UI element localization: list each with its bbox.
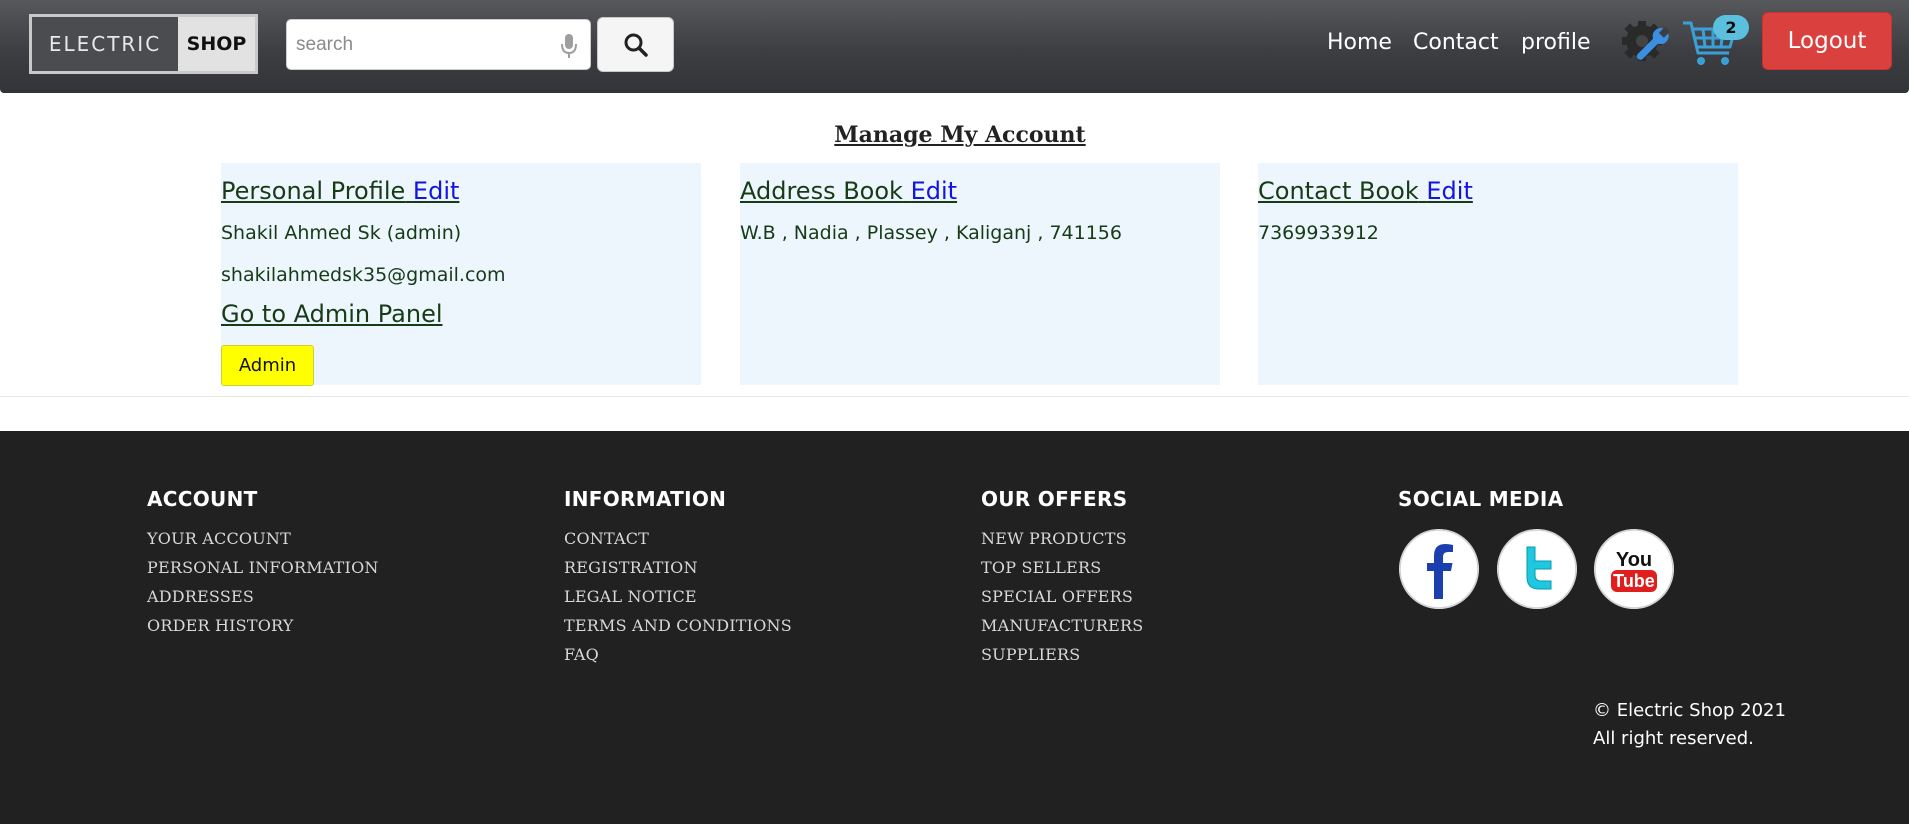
search-button[interactable]: [597, 17, 674, 72]
copyright-line-2: All right reserved.: [1593, 728, 1754, 749]
profile-email: shakilahmedsk35@gmail.com: [221, 264, 506, 286]
address-book-card: Address Book Edit W.B , Nadia , Plassey …: [740, 163, 1220, 385]
brand-logo[interactable]: ELECTRIC SHOP: [29, 14, 258, 74]
brand-logo-part1: ELECTRIC: [32, 17, 178, 71]
svg-text:Tube: Tube: [1613, 571, 1655, 591]
search-input[interactable]: [287, 20, 537, 69]
footer-information-column: INFORMATION CONTACT REGISTRATION LEGAL N…: [564, 487, 792, 664]
cart-count-badge: 2: [1713, 15, 1749, 40]
footer-social-column: SOCIAL MEDIA: [1398, 487, 1563, 511]
footer-link-new-products[interactable]: NEW PRODUCTS: [981, 529, 1143, 548]
footer-account-column: ACCOUNT YOUR ACCOUNT PERSONAL INFORMATIO…: [147, 487, 379, 635]
svg-text:You: You: [1616, 549, 1652, 571]
footer-link-legal-notice[interactable]: LEGAL NOTICE: [564, 587, 792, 606]
edit-contact-book-link[interactable]: Edit: [1426, 177, 1472, 205]
facebook-icon[interactable]: [1399, 529, 1479, 609]
personal-profile-card: Personal Profile Edit Shakil Ahmed Sk (a…: [221, 163, 701, 386]
admin-button[interactable]: Admin: [221, 345, 314, 386]
edit-address-book-link[interactable]: Edit: [911, 177, 957, 205]
nav-contact-link[interactable]: Contact: [1413, 30, 1499, 55]
address-book-heading: Address Book Edit: [740, 177, 957, 205]
contact-phone: 7369933912: [1258, 222, 1379, 244]
top-navbar: ELECTRIC SHOP Home Contact profile: [0, 0, 1909, 93]
copyright-text: © Electric Shop 2021 All right reserved.: [1593, 697, 1786, 753]
footer-link-terms[interactable]: TERMS AND CONDITIONS: [564, 616, 792, 635]
footer-link-special-offers[interactable]: SPECIAL OFFERS: [981, 587, 1143, 606]
footer-social-heading: SOCIAL MEDIA: [1398, 487, 1564, 511]
copyright-line-1: © Electric Shop 2021: [1593, 700, 1786, 721]
footer-offers-column: OUR OFFERS NEW PRODUCTS TOP SELLERS SPEC…: [981, 487, 1143, 664]
footer-link-top-sellers[interactable]: TOP SELLERS: [981, 558, 1143, 577]
search-box: [286, 19, 591, 70]
nav-home-link[interactable]: Home: [1327, 30, 1392, 55]
address-book-heading-text: Address Book: [740, 177, 903, 205]
youtube-icon[interactable]: You Tube: [1594, 529, 1674, 609]
content-divider: [0, 396, 1909, 397]
footer-link-registration[interactable]: REGISTRATION: [564, 558, 792, 577]
search-icon: [624, 33, 648, 57]
contact-book-card: Contact Book Edit 7369933912: [1258, 163, 1738, 385]
footer-information-heading: INFORMATION: [564, 487, 727, 511]
personal-profile-heading: Personal Profile Edit: [221, 177, 459, 205]
page-title: Manage My Account: [834, 122, 1086, 148]
footer-link-suppliers[interactable]: SUPPLIERS: [981, 645, 1143, 664]
footer-link-manufacturers[interactable]: MANUFACTURERS: [981, 616, 1143, 635]
logout-button[interactable]: Logout: [1762, 12, 1892, 70]
footer-offers-heading: OUR OFFERS: [981, 487, 1128, 511]
footer-account-heading: ACCOUNT: [147, 487, 258, 511]
admin-panel-link[interactable]: Go to Admin Panel: [221, 300, 443, 328]
footer-link-faq[interactable]: FAQ: [564, 645, 792, 664]
profile-name: Shakil Ahmed Sk (admin): [221, 222, 462, 244]
footer-link-your-account[interactable]: YOUR ACCOUNT: [147, 529, 379, 548]
contact-book-heading: Contact Book Edit: [1258, 177, 1473, 205]
tools-icon[interactable]: [1619, 19, 1669, 67]
footer-link-contact[interactable]: CONTACT: [564, 529, 792, 548]
footer-link-personal-information[interactable]: PERSONAL INFORMATION: [147, 558, 379, 577]
microphone-icon[interactable]: [560, 33, 578, 59]
twitter-icon[interactable]: [1497, 529, 1577, 609]
footer-link-addresses[interactable]: ADDRESSES: [147, 587, 379, 606]
address-text: W.B , Nadia , Plassey , Kaliganj , 74115…: [740, 222, 1122, 244]
contact-book-heading-text: Contact Book: [1258, 177, 1419, 205]
footer-link-order-history[interactable]: ORDER HISTORY: [147, 616, 379, 635]
nav-profile-link[interactable]: profile: [1521, 30, 1591, 55]
site-footer: ACCOUNT YOUR ACCOUNT PERSONAL INFORMATIO…: [0, 431, 1909, 824]
brand-logo-part2: SHOP: [178, 17, 255, 71]
personal-profile-heading-text: Personal Profile: [221, 177, 406, 205]
edit-personal-profile-link[interactable]: Edit: [413, 177, 459, 205]
